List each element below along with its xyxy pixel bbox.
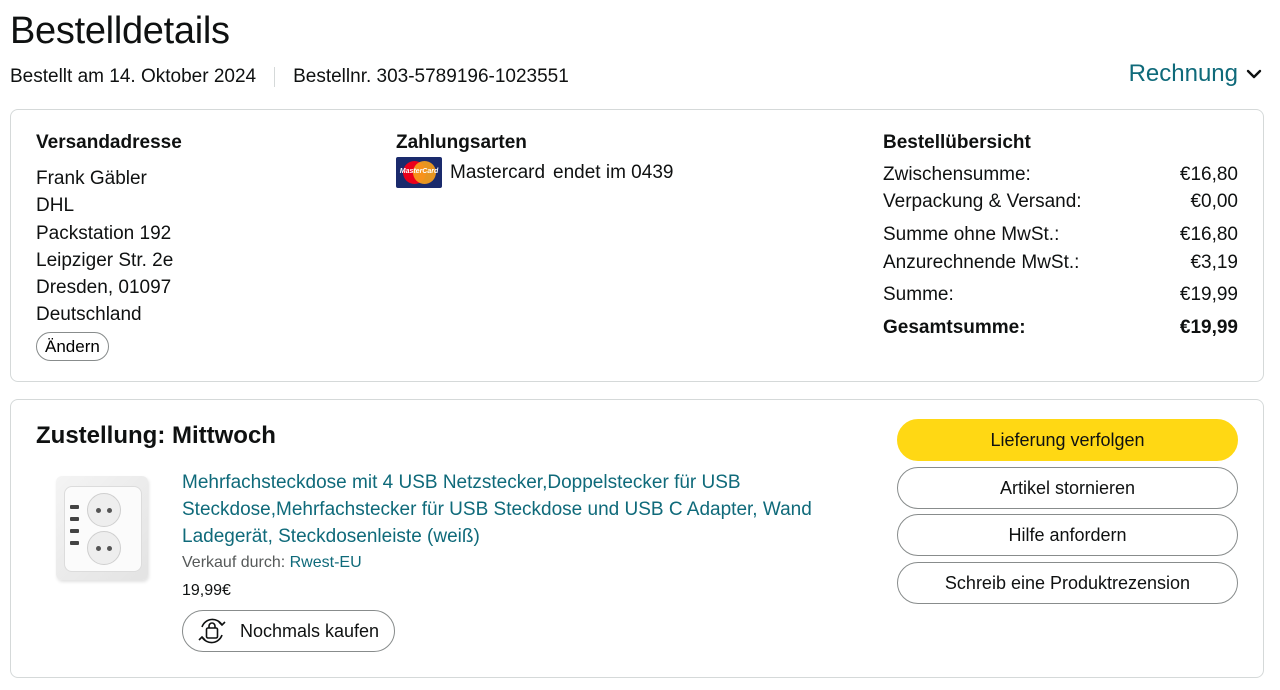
summary-label: Anzurechnende MwSt.: [883,252,1080,273]
chevron-down-icon [1246,69,1262,79]
cancel-item-button[interactable]: Artikel stornieren [897,467,1238,509]
seller-info: Verkauf durch: Rwest-EU [182,554,362,572]
payment-heading: Zahlungsarten [396,132,527,153]
summary-total-row: Gesamtsumme: €19,99 [883,317,1238,339]
summary-value: €3,19 [1190,252,1238,273]
product-title-link[interactable]: Mehrfachsteckdose mit 4 USB Netzstecker,… [182,469,842,550]
summary-value: €19,99 [1179,317,1238,338]
buy-again-icon [198,618,226,644]
summary-row: Anzurechnende MwSt.: €3,19 [883,252,1238,274]
delivery-card: Zustellung: Mittwoch Mehrfachsteckdose m… [10,399,1264,678]
summary-label: Summe: [883,284,954,305]
summary-row: Zwischensumme: €16,80 [883,164,1238,186]
card-ending: endet im 0439 [553,161,674,183]
address-line: Dresden, 01097 [36,277,172,299]
summary-label: Verpackung & Versand: [883,191,1082,212]
write-review-button[interactable]: Schreib eine Produktrezension [897,562,1238,604]
summary-value: €0,00 [1190,191,1238,212]
product-price: 19,99€ [182,582,231,599]
summary-row: Summe: €19,99 [883,284,1238,306]
track-package-button[interactable]: Lieferung verfolgen [897,419,1238,461]
address-line: DHL [36,195,75,217]
buy-again-button[interactable]: Nochmals kaufen [182,610,396,652]
invoice-dropdown[interactable]: Rechnung [1129,60,1262,88]
mastercard-icon: MasterCard [396,157,442,188]
summary-label: Summe ohne MwSt.: [883,224,1060,245]
order-date: Bestellt am 14. Oktober 2024 [10,66,257,87]
product-image[interactable] [56,476,148,580]
get-help-button[interactable]: Hilfe anfordern [897,514,1238,556]
summary-label: Gesamtsumme: [883,317,1026,338]
shipping-heading: Versandadresse [36,132,182,153]
seller-link[interactable]: Rwest-EU [290,554,362,571]
summary-value: €19,99 [1179,284,1238,305]
change-address-button[interactable]: Ändern [36,332,109,361]
delivery-title: Zustellung: Mittwoch [36,422,276,449]
summary-value: €16,80 [1179,164,1238,185]
summary-heading: Bestellübersicht [883,132,1031,153]
summary-row: Verpackung & Versand: €0,00 [883,191,1238,213]
order-number: Bestellnr. 303-5789196-1023551 [293,66,569,87]
order-meta: Bestellt am 14. Oktober 2024 Bestellnr. … [10,66,569,88]
divider [274,67,276,87]
card-brand: Mastercard [450,161,546,183]
address-line: Frank Gäbler [36,168,147,189]
shipping-address: Frank Gäbler DHL Packstation 192 Leipzig… [36,165,173,329]
payment-method: MasterCard Mastercard endet im 0439 [396,157,673,188]
page-title: Bestelldetails [10,10,230,52]
order-summary-card: Versandadresse Frank Gäbler DHL Packstat… [10,109,1264,382]
address-line: Deutschland [36,304,142,326]
buy-again-label: Nochmals kaufen [240,620,380,641]
summary-row: Summe ohne MwSt.: €16,80 [883,224,1238,246]
invoice-label: Rechnung [1128,60,1238,87]
seller-prefix: Verkauf durch: [182,554,286,571]
address-line: Leipziger Str. 2e [36,249,174,271]
address-line: Packstation 192 [36,222,172,244]
summary-label: Zwischensumme: [883,164,1031,185]
summary-value: €16,80 [1179,224,1238,245]
